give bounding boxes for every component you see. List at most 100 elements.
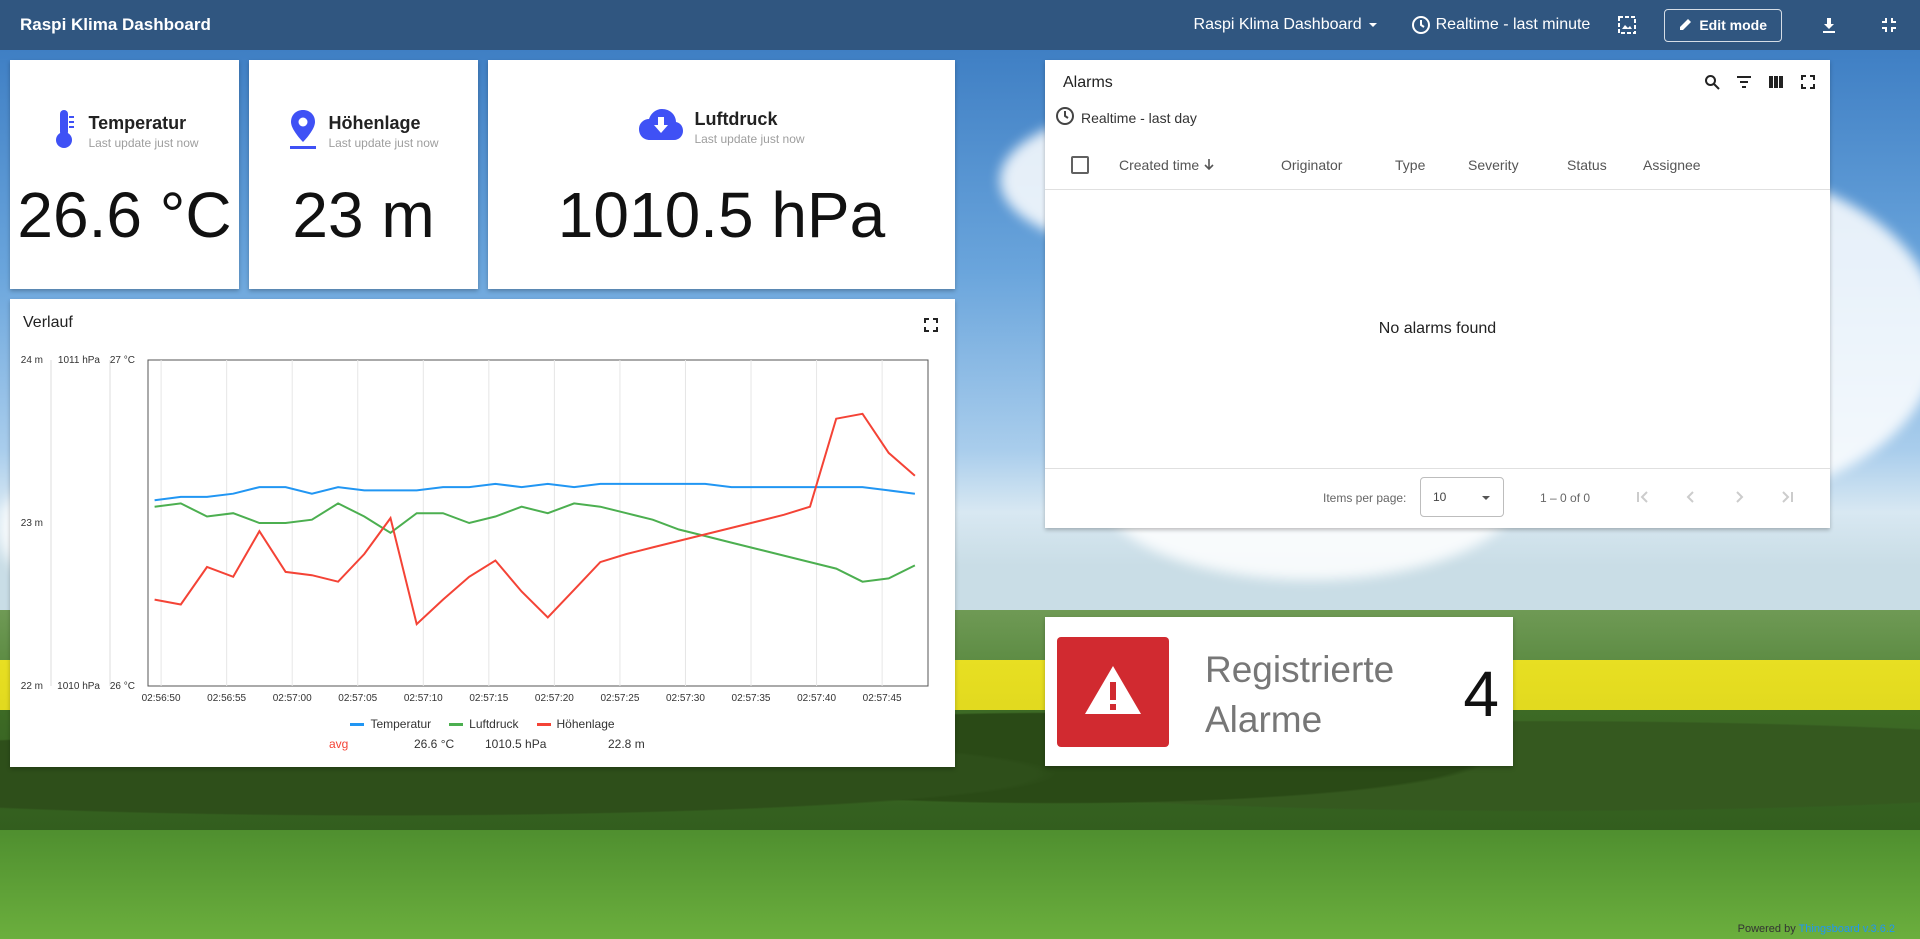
alarms-filter-button[interactable]	[1734, 74, 1754, 94]
series-line-temperatur	[154, 482, 916, 502]
alarms-timewindow-label: Realtime - last day	[1081, 109, 1197, 126]
y-tick-label: 26 °C	[110, 681, 135, 692]
y-tick-label: 1010 hPa	[57, 681, 100, 692]
thingsboard-link[interactable]: Thingsboard v.3.6.2	[1799, 923, 1895, 935]
column-label: Created time	[1119, 156, 1200, 173]
alarms-fullscreen-button[interactable]	[1798, 74, 1818, 94]
no-alarms-text: No alarms found	[1378, 320, 1497, 337]
altitude-card: Höhenlage Last update just now 23 m	[249, 60, 478, 289]
fullscreen-icon	[1801, 74, 1815, 94]
alarms-timewindow-button[interactable]: Realtime - last day	[1055, 106, 1197, 129]
column-severity[interactable]: Severity	[1468, 157, 1519, 173]
alarms-card: Alarms Realtime - last day Created time …	[1045, 60, 1830, 528]
avg-label: avg	[329, 737, 349, 751]
map-pin-icon	[288, 108, 318, 155]
x-tick-label: 02:56:55	[207, 693, 246, 704]
temperature-card: Temperatur Last update just now 26.6 °C	[10, 60, 239, 289]
card-subtitle: Last update just now	[694, 132, 805, 146]
cloud-download-icon	[638, 108, 684, 147]
legend-item[interactable]: Temperatur	[350, 717, 431, 731]
legend-swatch	[536, 722, 551, 726]
dropdown-arrow-icon	[1481, 492, 1491, 506]
column-originator[interactable]: Originator	[1281, 157, 1342, 173]
timewindow-button[interactable]: Realtime - last minute	[1410, 14, 1590, 36]
x-tick-label: 02:57:05	[338, 693, 377, 704]
warning-icon	[1083, 664, 1143, 721]
thermometer-icon	[50, 108, 78, 155]
sort-arrow-icon	[1203, 157, 1215, 173]
line-chart: 02:56:50 02:56:55 02:57:00 02:57:05 02:57:10…	[21, 355, 929, 704]
column-type[interactable]: Type	[1395, 157, 1425, 173]
previous-page-icon[interactable]	[1683, 489, 1699, 508]
items-per-page-select[interactable]: 10	[1420, 477, 1504, 517]
registered-alarms-label: Registrierte Alarme	[1205, 645, 1394, 745]
x-tick-label: 02:56:50	[142, 693, 181, 704]
label-line-1: Registrierte	[1205, 649, 1395, 690]
dashboard-select-label: Raspi Klima Dashboard	[1193, 16, 1362, 33]
footer: Powered by Thingsboard v.3.6.2	[1738, 923, 1895, 935]
pressure-value: 1010.5 hPa	[557, 179, 886, 251]
legend-item[interactable]: Höhenlage	[536, 717, 615, 731]
alarms-title: Alarms	[1063, 74, 1113, 91]
legend-label: Höhenlage	[556, 717, 615, 731]
next-page-icon[interactable]	[1731, 489, 1747, 508]
card-title: Temperatur	[88, 113, 187, 133]
avg-altitude: 22.8 m	[608, 737, 645, 751]
exit-fullscreen-icon	[1878, 14, 1900, 36]
card-subtitle: Last update just now	[88, 136, 199, 150]
chart-fullscreen-button[interactable]	[921, 317, 941, 337]
alarms-search-button[interactable]	[1702, 74, 1722, 94]
registered-alarms-card: Registrierte Alarme 4	[1045, 617, 1513, 766]
x-tick-label: 02:57:10	[404, 693, 443, 704]
chart-title: Verlauf	[23, 314, 73, 331]
pencil-icon	[1679, 17, 1693, 34]
filter-icon	[1736, 75, 1752, 94]
fullscreen-icon	[924, 317, 938, 337]
image-export-button[interactable]	[1616, 14, 1638, 36]
y-tick-label: 27 °C	[110, 355, 135, 366]
avg-row: avg 26.6 °C 1010.5 hPa 22.8 m	[10, 737, 955, 753]
x-tick-label: 02:57:45	[863, 693, 902, 704]
alarms-columns-button[interactable]	[1766, 74, 1786, 94]
exit-fullscreen-button[interactable]	[1878, 14, 1900, 36]
card-title: Höhenlage	[328, 113, 421, 133]
image-icon	[1616, 14, 1638, 36]
registered-alarms-count: 4	[1463, 658, 1499, 730]
altitude-value: 23 m	[292, 179, 435, 251]
chart-legend: Temperatur Luftdruck Höhenlage avg 26.6 °C…	[10, 717, 955, 753]
label-line-2: Alarme	[1205, 699, 1323, 740]
column-created-time[interactable]: Created time	[1119, 157, 1215, 173]
edit-mode-button[interactable]: Edit mode	[1664, 8, 1782, 42]
page-range-label: 1 – 0 of 0	[1540, 491, 1591, 505]
x-tick-label: 02:57:20	[535, 693, 574, 704]
download-button[interactable]	[1818, 14, 1840, 36]
card-subtitle: Last update just now	[328, 136, 439, 150]
temperature-value: 26.6 °C	[17, 179, 232, 251]
series-line-höhenlage	[154, 412, 916, 626]
search-icon	[1704, 74, 1720, 95]
last-page-icon[interactable]	[1779, 489, 1795, 508]
legend-swatch	[449, 722, 464, 726]
pressure-card: Luftdruck Last update just now 1010.5 hP…	[488, 60, 955, 289]
powered-by-label: Powered by	[1737, 923, 1796, 935]
x-tick-label: 02:57:40	[797, 693, 836, 704]
card-title: Luftdruck	[694, 109, 778, 129]
items-per-page-label: Items per page:	[1323, 491, 1407, 505]
x-tick-label: 02:57:00	[273, 693, 312, 704]
verlauf-chart-card: Verlauf 02:56:50 02:56:55 02:57:00 02:57:05…	[10, 299, 955, 767]
y-tick-label: 24 m	[21, 355, 43, 366]
y-tick-label: 23 m	[21, 518, 43, 529]
columns-icon	[1768, 75, 1784, 94]
alarms-table-header: Created time Originator Type Severity St…	[1045, 140, 1830, 190]
first-page-icon[interactable]	[1635, 489, 1651, 508]
column-assignee[interactable]: Assignee	[1643, 157, 1701, 173]
select-all-checkbox[interactable]	[1071, 155, 1089, 174]
x-tick-label: 02:57:30	[666, 693, 705, 704]
dashboard-select[interactable]: Raspi Klima Dashboard	[1194, 14, 1384, 36]
paginator: Items per page: 10 1 – 0 of 0	[1045, 468, 1830, 538]
column-status[interactable]: Status	[1567, 157, 1607, 173]
legend-item[interactable]: Luftdruck	[449, 717, 519, 731]
x-tick-label: 02:57:25	[600, 693, 639, 704]
legend-label: Temperatur	[370, 717, 432, 731]
avg-temperature: 26.6 °C	[414, 737, 455, 751]
